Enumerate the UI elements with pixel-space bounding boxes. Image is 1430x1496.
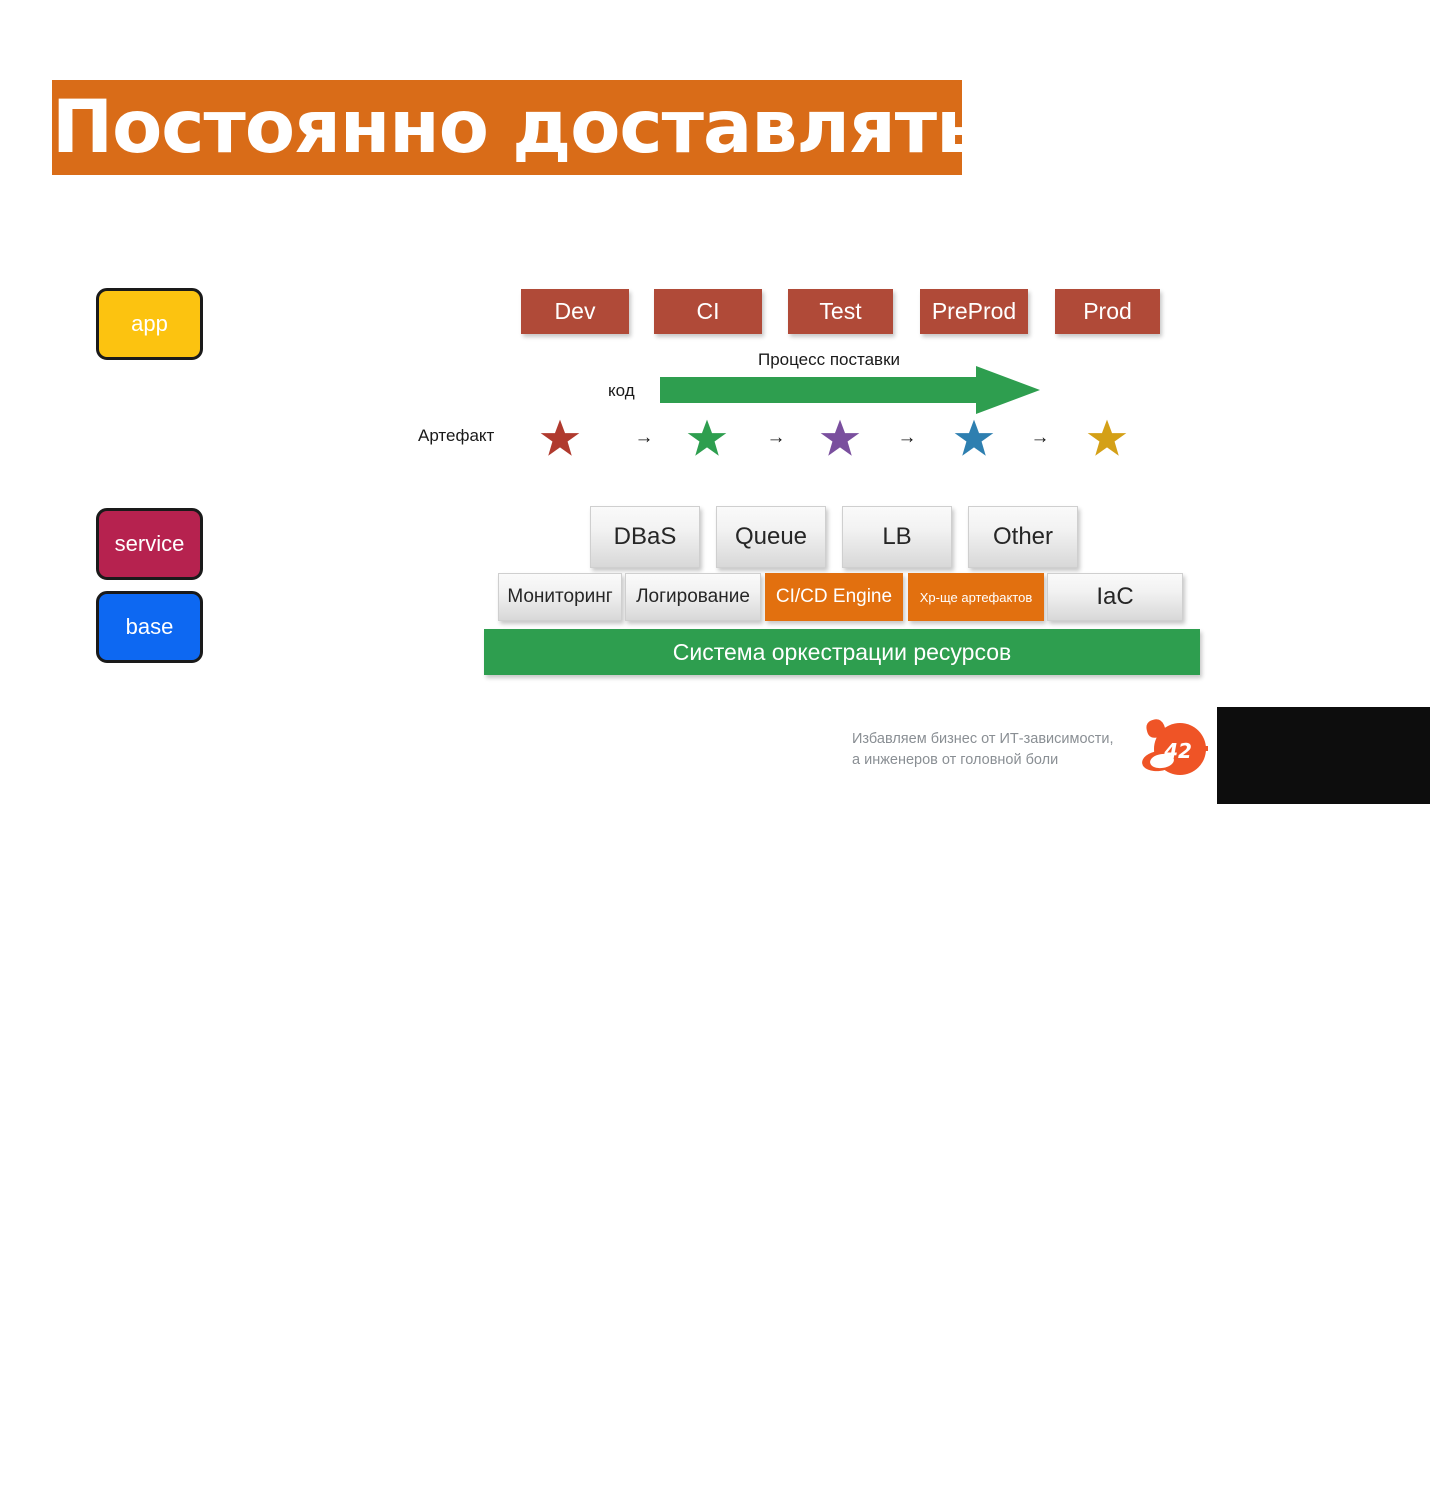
service-box-dbas: DBaS: [590, 506, 700, 568]
artifact-arrow-2-icon: →: [766, 427, 786, 448]
artifact-arrow-1-icon: →: [634, 427, 654, 448]
base-label-artifact-storage: Хр-ще артефактов: [919, 589, 1033, 605]
footer-tagline-line1: Избавляем бизнес от ИТ-зависимости,: [852, 731, 1114, 747]
base-box-artifact-storage: Хр-ще артефактов: [908, 573, 1044, 621]
artifact-star-preprod-icon: [954, 419, 994, 456]
env-box-preprod: PreProd: [920, 289, 1028, 334]
env-box-ci: CI: [654, 289, 762, 334]
page-title: Постоянно доставлять: [52, 85, 982, 170]
env-label-test: Test: [819, 298, 862, 324]
base-label-monitoring: Мониторинг: [507, 586, 613, 607]
env-box-test: Test: [788, 289, 893, 334]
artifact-label: Артефакт: [418, 426, 495, 445]
env-label-dev: Dev: [554, 298, 596, 324]
env-box-dev: Dev: [521, 289, 629, 334]
service-box-lb: LB: [842, 506, 952, 568]
footer-tagline: Избавляем бизнес от ИТ-зависимости, а ин…: [852, 729, 1114, 771]
orchestration-label: Система оркестрации ресурсов: [672, 638, 1012, 665]
service-box-queue: Queue: [716, 506, 826, 568]
artifact-star-ci-icon: [687, 419, 727, 456]
env-box-prod: Prod: [1055, 289, 1160, 334]
service-label-other: Other: [992, 523, 1054, 550]
base-box-logging: Логирование: [625, 573, 761, 621]
base-label-iac: IaC: [1096, 583, 1134, 610]
legend-label-service: service: [114, 531, 185, 556]
env-label-prod: Prod: [1083, 298, 1132, 324]
base-box-monitoring: Мониторинг: [498, 573, 622, 621]
base-box-cicd-engine: CI/CD Engine: [765, 573, 903, 621]
env-label-preprod: PreProd: [931, 298, 1017, 324]
orchestration-bar: Система оркестрации ресурсов: [484, 629, 1200, 675]
base-label-logging: Логирование: [636, 586, 750, 607]
legend-label-base: base: [125, 614, 174, 639]
legend-box-app: app: [96, 288, 203, 360]
base-box-iac: IaC: [1047, 573, 1183, 621]
legend-box-service: service: [96, 508, 203, 580]
artifact-star-dev-icon: [540, 419, 580, 456]
service-box-other: Other: [968, 506, 1078, 568]
logo-42-icon: 42: [1142, 719, 1208, 775]
artifact-arrow-3-icon: →: [897, 427, 917, 448]
slide-canvas: Постоянно доставлять app service base De…: [0, 0, 1430, 804]
footer-tagline-line2: а инженеров от головной боли: [852, 752, 1059, 768]
service-label-dbas: DBaS: [613, 523, 677, 550]
logo-42-number: 42: [1163, 739, 1192, 763]
service-label-queue: Queue: [734, 523, 808, 550]
service-label-lb: LB: [882, 523, 912, 550]
base-label-cicd-engine: CI/CD Engine: [775, 586, 893, 607]
artifact-star-prod-icon: [1087, 419, 1127, 456]
env-label-ci: CI: [696, 298, 720, 324]
legend-box-base: base: [96, 591, 203, 663]
code-label: код: [608, 381, 635, 400]
legend-label-app: app: [131, 311, 168, 336]
delivery-arrow-icon: [660, 366, 1040, 414]
devopsconf-logo: dev ops DevOps Conf Russia: [1217, 707, 1430, 804]
artifact-arrow-4-icon: →: [1030, 427, 1050, 448]
artifact-star-test-icon: [820, 419, 860, 456]
